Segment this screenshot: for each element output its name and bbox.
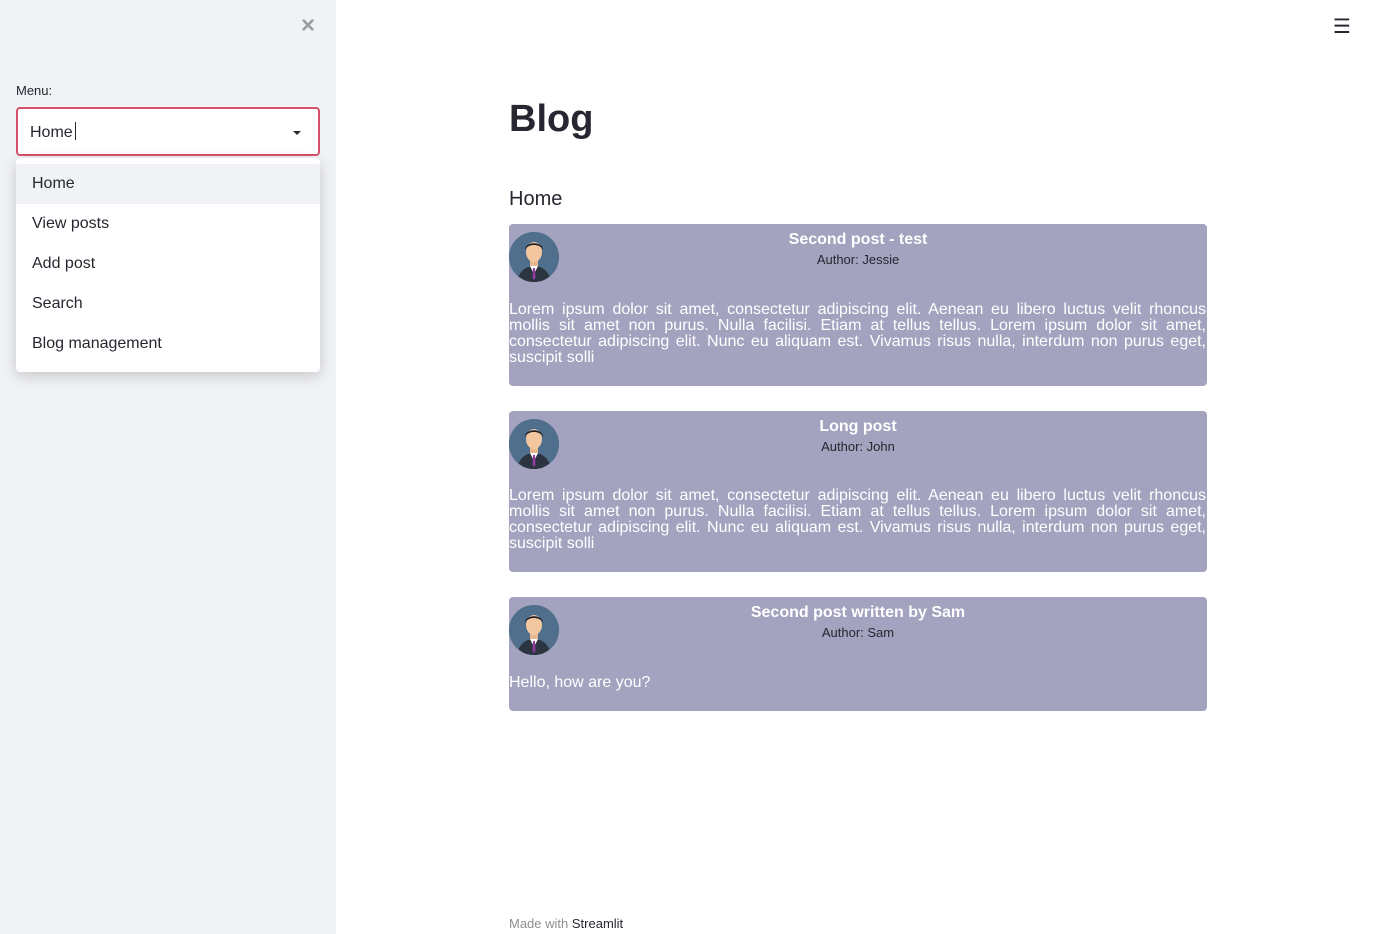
menu-dropdown: Home View posts Add post Search Blog man…	[16, 158, 320, 372]
post-card: Long post Author: John Lorem ipsum dolor…	[509, 411, 1207, 572]
menu-label: Menu:	[16, 83, 53, 98]
post-title: Second post written by Sam	[750, 604, 966, 621]
post-author: Author: Jessie	[816, 252, 900, 267]
dropdown-option-blog-management[interactable]: Blog management	[16, 324, 320, 364]
streamlit-link[interactable]: Streamlit	[572, 916, 623, 931]
hamburger-icon[interactable]: ☰	[1333, 17, 1353, 37]
dropdown-option-search[interactable]: Search	[16, 284, 320, 324]
dropdown-option-view-posts[interactable]: View posts	[16, 204, 320, 244]
menu-select[interactable]: Home	[16, 107, 320, 156]
post-body: Hello, how are you?	[509, 674, 651, 691]
post-body: Lorem ipsum dolor sit amet, consectetur …	[509, 301, 1206, 366]
post-author: Author: Sam	[821, 625, 895, 640]
dropdown-option-home[interactable]: Home	[16, 164, 320, 204]
footer-prefix: Made with	[509, 916, 569, 931]
post-card: Second post - test Author: Jessie Lorem …	[509, 224, 1207, 386]
footer: Made with Streamlit	[509, 916, 623, 931]
post-card: Second post written by Sam Author: Sam H…	[509, 597, 1207, 711]
post-title: Long post	[819, 418, 897, 435]
post-body: Lorem ipsum dolor sit amet, consectetur …	[509, 487, 1206, 552]
chevron-down-icon[interactable]	[293, 131, 301, 135]
post-title: Second post - test	[788, 231, 928, 248]
dropdown-option-add-post[interactable]: Add post	[16, 244, 320, 284]
post-author: Author: John	[821, 439, 895, 454]
sidebar: × Menu: Home Home View posts Add post Se…	[0, 0, 336, 934]
section-title: Home	[509, 188, 563, 210]
select-value[interactable]: Home	[30, 122, 76, 142]
close-icon[interactable]: ×	[297, 14, 319, 38]
page-title: Blog	[509, 98, 594, 140]
